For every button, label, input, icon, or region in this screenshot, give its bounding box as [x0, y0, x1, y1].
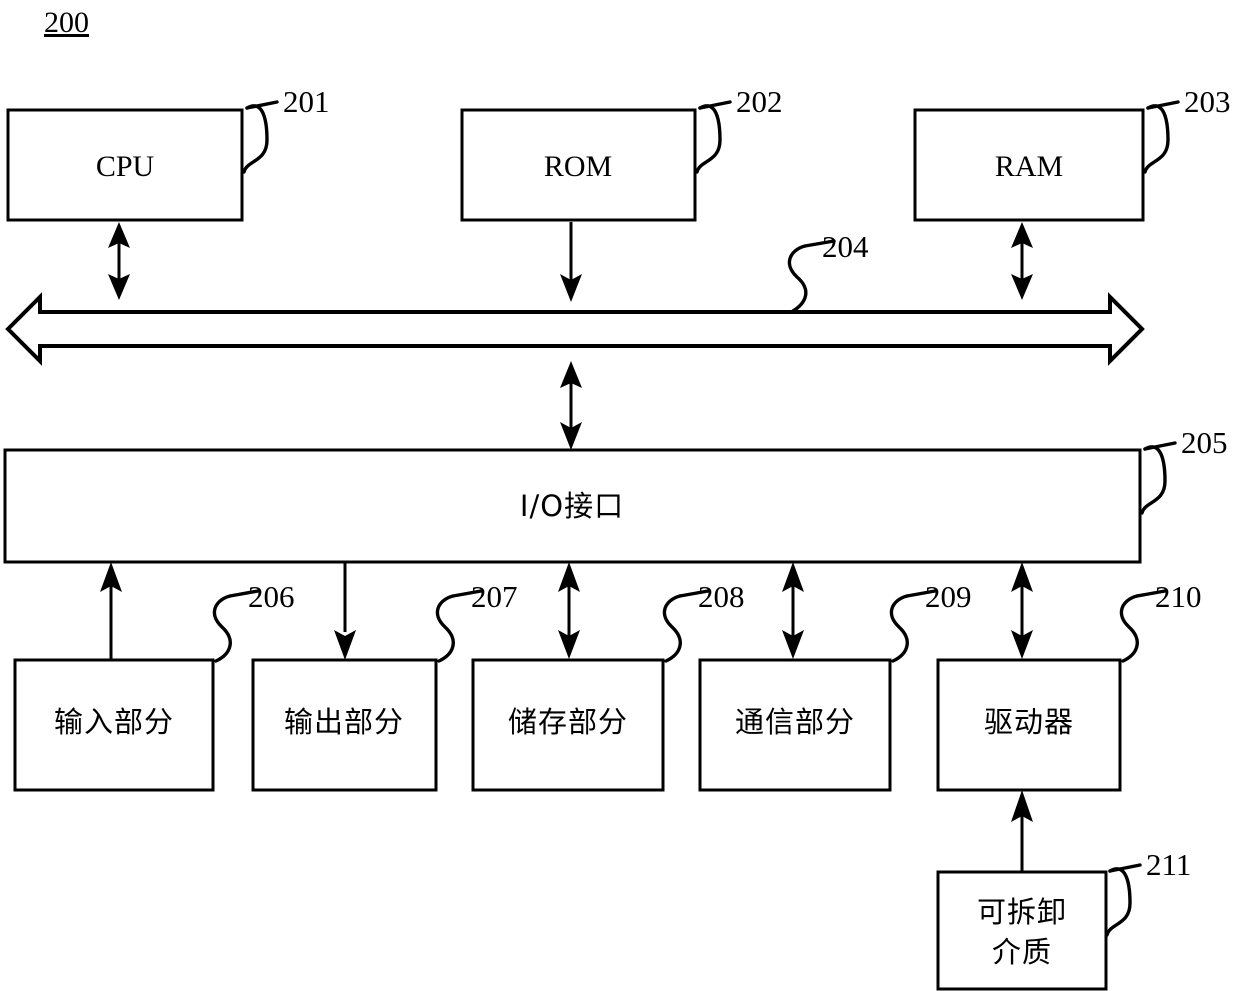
ref-211: 211 [1105, 847, 1191, 937]
ref-204-text: 204 [822, 229, 869, 264]
ref-203-text: 203 [1184, 84, 1231, 119]
input-label: 输入部分 [54, 705, 174, 739]
ref-201: 201 [242, 84, 330, 174]
block-input[interactable]: 输入部分 [13, 658, 215, 792]
ref-201-text: 201 [283, 84, 330, 119]
ref-211-text: 211 [1146, 847, 1191, 882]
ref-208: 208 [662, 579, 745, 663]
removable-media-label-line2: 介质 [992, 935, 1052, 969]
diagram-canvas: 200 CPU 201 ROM 202 RAM 203 204 I/O接口 20… [0, 0, 1240, 991]
block-removable-media[interactable]: 可拆卸 介质 [936, 870, 1108, 991]
ref-208-text: 208 [698, 579, 745, 614]
connector-io-output [334, 562, 356, 660]
ref-210: 210 [1119, 579, 1202, 663]
ref-207-text: 207 [471, 579, 518, 614]
block-bus[interactable] [5, 292, 1145, 366]
output-label: 输出部分 [284, 705, 404, 739]
storage-label: 储存部分 [508, 705, 628, 739]
connector-ram-bus [1011, 222, 1033, 300]
block-driver[interactable]: 驱动器 [936, 658, 1122, 792]
connector-bus-io [560, 361, 582, 450]
rom-label: ROM [544, 150, 612, 183]
connector-removable-driver [1011, 790, 1033, 872]
connector-cpu-bus [108, 222, 130, 300]
ref-206: 206 [212, 579, 295, 663]
ref-202: 202 [695, 84, 783, 174]
removable-media-box[interactable] [936, 870, 1108, 991]
communication-label: 通信部分 [735, 705, 855, 739]
figure-number-text: 200 [44, 6, 89, 39]
driver-label: 驱动器 [984, 705, 1074, 739]
bus-arrow[interactable] [5, 292, 1145, 366]
ref-210-text: 210 [1155, 579, 1202, 614]
block-cpu[interactable]: CPU [6, 108, 244, 222]
connector-rom-bus [560, 222, 582, 302]
removable-media-label-line1: 可拆卸 [977, 895, 1067, 929]
block-io-interface[interactable]: I/O接口 [3, 448, 1142, 564]
ref-207: 207 [435, 579, 518, 663]
figure-number: 200 [44, 6, 89, 39]
connector-storage-io [558, 562, 580, 659]
system-architecture-diagram: 200 CPU 201 ROM 202 RAM 203 204 I/O接口 20… [3, 6, 1231, 991]
ram-label: RAM [995, 150, 1063, 183]
io-interface-label: I/O接口 [520, 489, 624, 523]
connector-driver-io [1011, 562, 1033, 659]
connector-input-io [100, 562, 122, 660]
block-storage[interactable]: 储存部分 [471, 658, 665, 792]
ref-209: 209 [889, 579, 972, 663]
arrowhead-down [334, 630, 356, 660]
ref-205-text: 205 [1181, 425, 1228, 460]
ref-205: 205 [1140, 425, 1228, 515]
connector-comm-io [782, 562, 804, 659]
block-communication[interactable]: 通信部分 [698, 658, 892, 792]
ref-204: 204 [787, 229, 869, 313]
cpu-label: CPU [96, 150, 155, 183]
ref-206-text: 206 [248, 579, 295, 614]
block-output[interactable]: 输出部分 [251, 658, 438, 792]
ref-203: 203 [1143, 84, 1231, 174]
ref-209-text: 209 [925, 579, 972, 614]
ref-202-text: 202 [736, 84, 783, 119]
block-ram[interactable]: RAM [913, 108, 1145, 222]
block-rom[interactable]: ROM [460, 108, 697, 222]
